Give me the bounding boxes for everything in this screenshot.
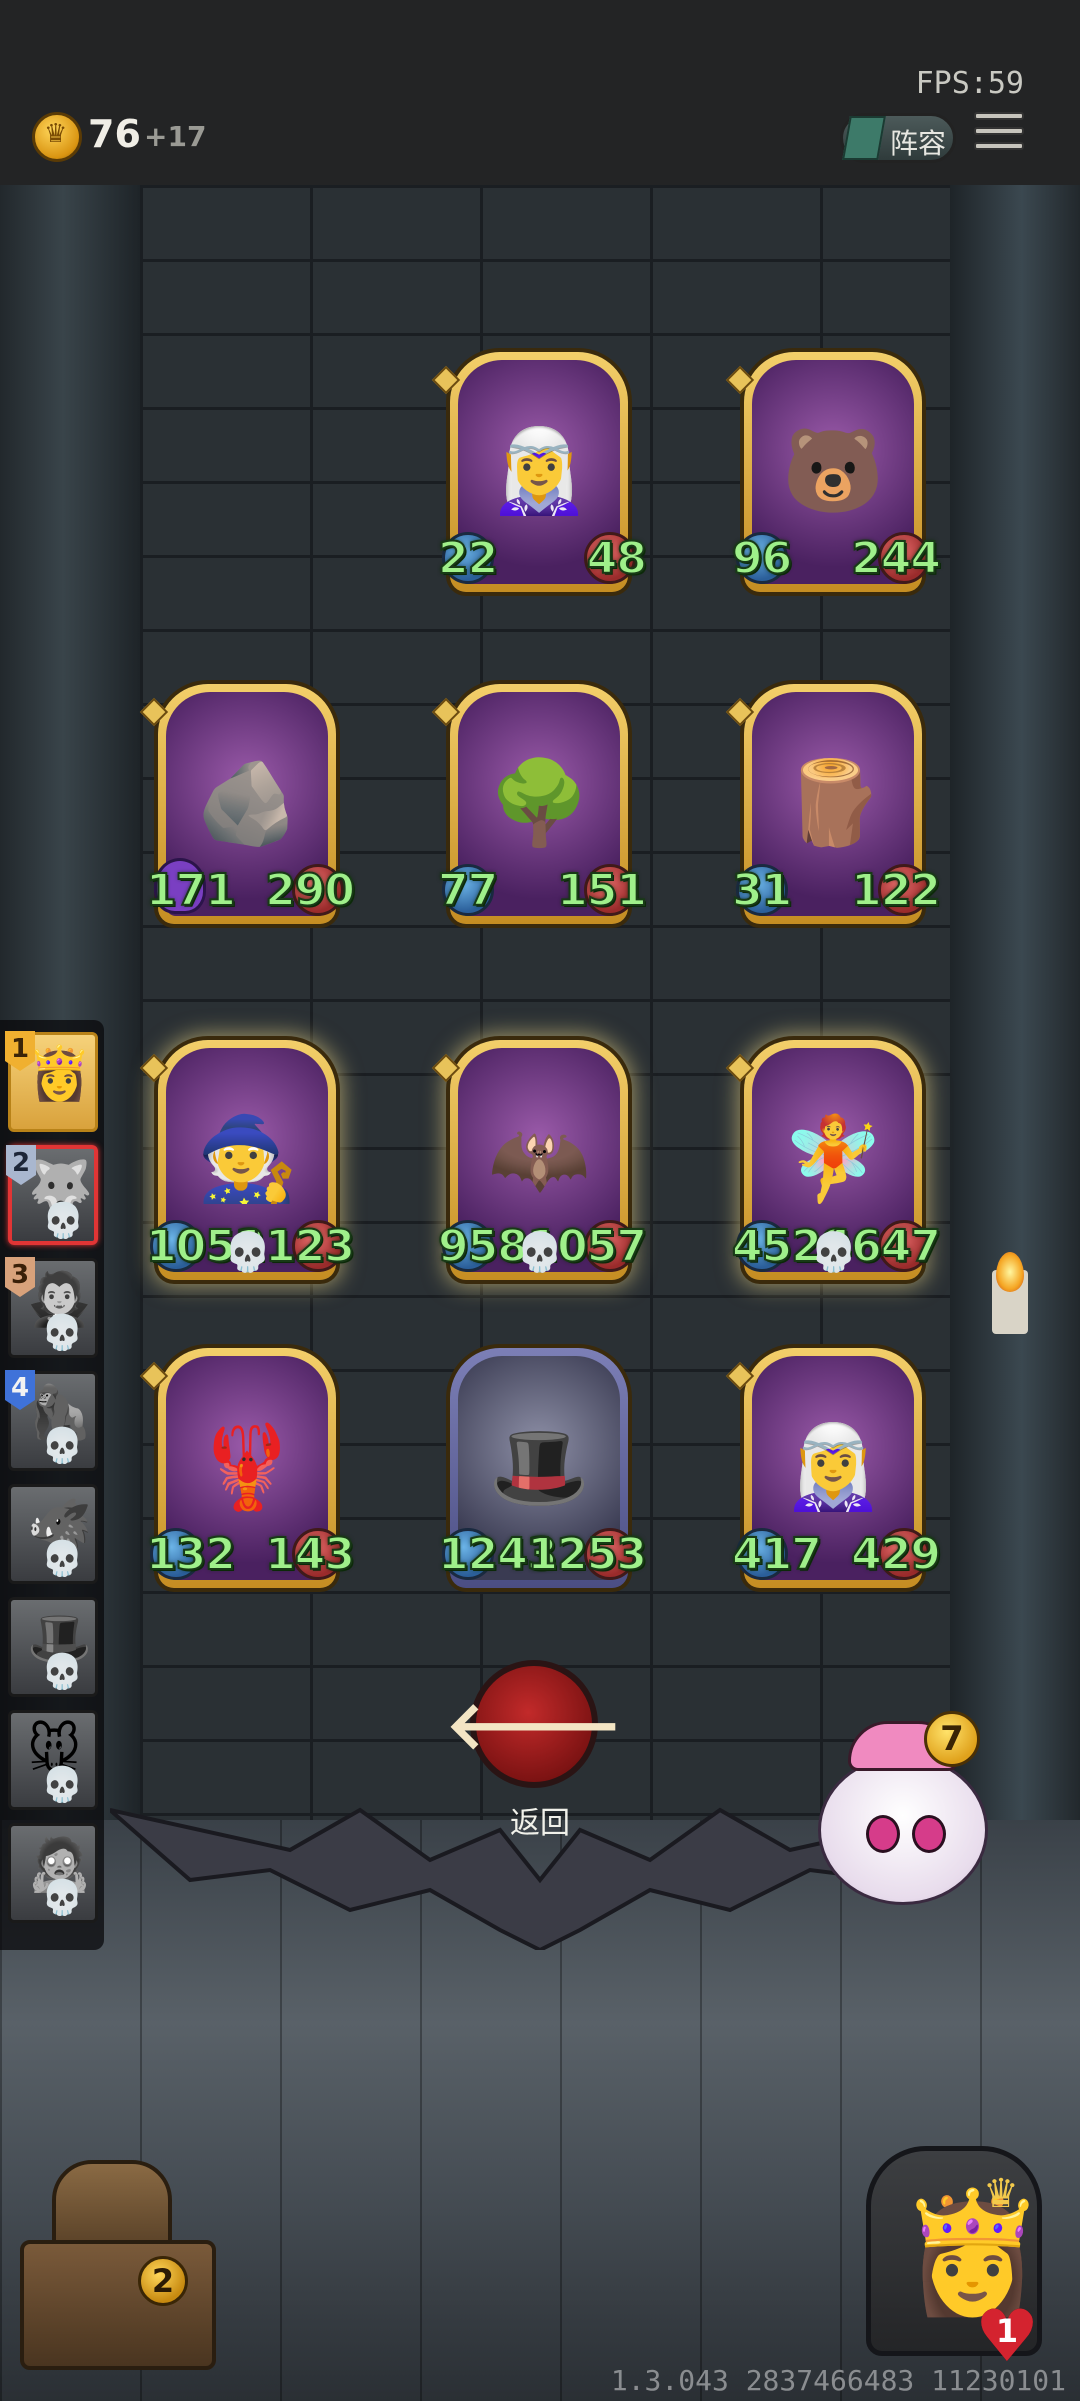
mascot-eye-icon [912, 1815, 946, 1853]
gold-amount: 76 [88, 112, 141, 156]
back-label: 返回 [510, 1806, 570, 1841]
skull-icon: 💀 [41, 1313, 84, 1353]
player-sidebar: 👸 1 🐺 💀 2 🧛 💀 3 🦍 💀 4 🐗 💀 🎩 💀 🐭 💀 🧟 💀 [0, 1020, 104, 1950]
sidebar-player-slot[interactable]: 🐗 💀 [8, 1484, 98, 1584]
player-slot-avatar: 👸 [27, 1044, 92, 1104]
hero-attack: 77 [437, 864, 499, 917]
hero-face: 🧝‍♀️ [781, 1420, 885, 1515]
flame-icon [996, 1252, 1024, 1292]
mascot-level-badge: 7 [924, 1711, 980, 1767]
skull-icon: 💀 [810, 1230, 858, 1274]
skull-icon: 💀 [516, 1230, 564, 1274]
hero-attack: 417 [731, 1528, 823, 1581]
hero-health: 151 [556, 864, 648, 917]
hero-attack: 96 [731, 532, 793, 585]
player-lives: 1 [995, 2312, 1019, 2350]
skull-icon: 💀 [41, 1426, 84, 1466]
sidebar-player-slot[interactable]: 🐭 💀 [8, 1710, 98, 1810]
back-arrow-icon: 🡐 [445, 1687, 623, 1764]
crown-icon: ♛ [983, 2171, 1019, 2217]
hero-attack: 22 [437, 532, 499, 585]
hero-card[interactable]: 🧝‍♀️ 22 48 [431, 352, 648, 592]
hero-health: 48 [586, 532, 648, 585]
sidebar-player-slot[interactable]: 🧟 💀 [8, 1823, 98, 1923]
sidebar-player-slot[interactable]: 🧛 💀 3 [5, 1257, 98, 1358]
skull-icon: 💀 [41, 1878, 84, 1918]
gold-increment: +17 [144, 120, 207, 153]
hero-health: 1253 [527, 1528, 648, 1581]
chest-count-badge: 2 [138, 2256, 188, 2306]
menu-icon [974, 112, 1024, 120]
hero-card[interactable]: 🧚 4529 4647 💀 [725, 1040, 942, 1280]
hero-card[interactable]: 🌳 77 151 [431, 684, 648, 924]
hero-face: 🐻 [781, 424, 885, 519]
hero-card[interactable]: 🎩 1243 1253 [437, 1348, 648, 1588]
hero-face: 🦞 [195, 1420, 299, 1515]
hero-attack: 31 [731, 864, 793, 917]
back-button[interactable]: 🡐 [446, 1660, 623, 1788]
hero-attack: 171 [145, 864, 237, 917]
hero-attack: 132 [145, 1528, 237, 1581]
hero-card[interactable]: 🦞 132 143 [139, 1348, 356, 1588]
skull-icon: 💀 [224, 1230, 272, 1274]
lineup-label: 阵容 [890, 127, 947, 160]
hero-face: 🪨 [195, 756, 299, 851]
cupcake-mascot[interactable]: 7 [808, 1711, 998, 1905]
mascot-eye-icon [866, 1815, 900, 1853]
hero-card[interactable]: 🪵 31 122 [725, 684, 942, 924]
gold-coin-icon [32, 112, 82, 162]
hero-health: 122 [850, 864, 942, 917]
hero-card[interactable]: 🪨 171 290 [139, 684, 356, 924]
skull-icon: 💀 [41, 1765, 84, 1805]
top-bar: FPS:59 76 +17 阵容 [0, 0, 1080, 185]
skull-icon: 💀 [42, 1201, 85, 1241]
hero-face: 🦇 [487, 1112, 591, 1207]
skull-icon: 💀 [41, 1539, 84, 1579]
hero-card[interactable]: 🧙 1053 1123 💀 [139, 1040, 356, 1280]
hero-face: 🧚 [781, 1112, 885, 1207]
hero-face: 🧙 [195, 1112, 299, 1207]
sidebar-player-slot[interactable]: 🐺 💀 2 [6, 1145, 98, 1245]
right-pillar [950, 185, 1080, 1825]
chest-box [20, 2240, 216, 2370]
version-string: 1.3.043 2837466483 11230101 [610, 2364, 1066, 2397]
sidebar-player-slot[interactable]: 🎩 💀 [8, 1597, 98, 1697]
hero-face: 🎩 [487, 1420, 591, 1515]
hero-face: 🪵 [781, 756, 885, 851]
skull-icon: 💀 [41, 1652, 84, 1692]
hero-health: 143 [264, 1528, 356, 1581]
menu-button[interactable] [974, 112, 1024, 160]
sidebar-player-slot[interactable]: 👸 1 [5, 1031, 98, 1132]
hero-card[interactable]: 🐻 96 244 [725, 352, 942, 592]
fps-counter: FPS:59 [915, 66, 1024, 101]
treasure-chest[interactable]: 2 [12, 2160, 222, 2380]
hero-face: 🧝‍♀️ [487, 424, 591, 519]
hero-health: 290 [264, 864, 356, 917]
sidebar-player-slot[interactable]: 🦍 💀 4 [5, 1370, 98, 1471]
chest-lid [52, 2160, 172, 2250]
hero-face: 🌳 [487, 756, 591, 851]
mascot-body [818, 1755, 988, 1905]
hero-attack: 958 [437, 1220, 529, 1273]
hero-card[interactable]: 🦇 958 1057 💀 [431, 1040, 648, 1280]
hero-health: 429 [850, 1528, 942, 1581]
hero-card[interactable]: 🧝‍♀️ 417 429 [725, 1348, 942, 1588]
hero-health: 244 [850, 532, 942, 585]
